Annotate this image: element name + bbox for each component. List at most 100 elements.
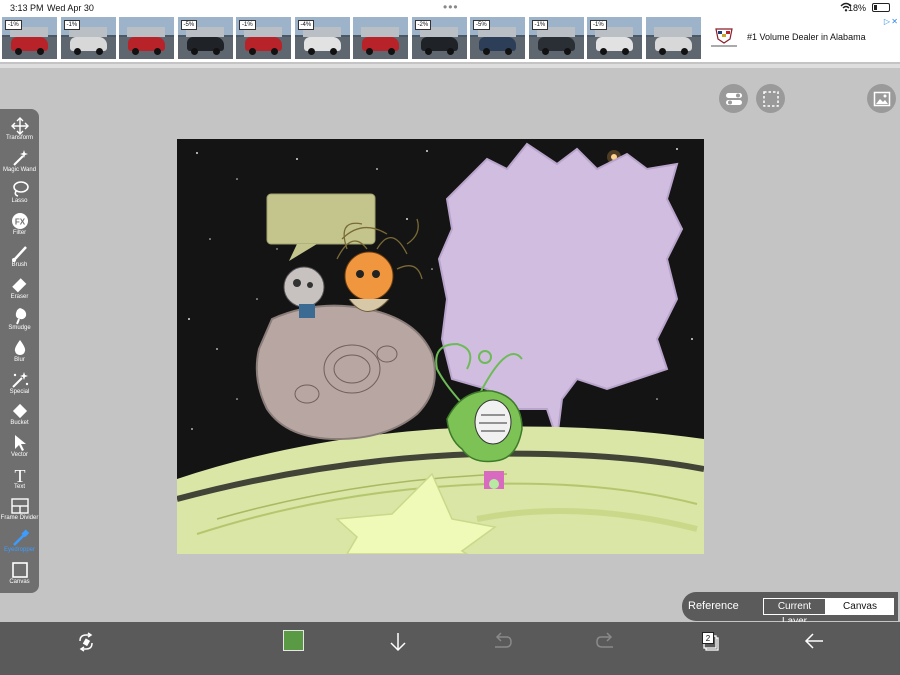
arrow-down-icon[interactable] (389, 632, 407, 652)
drawing-canvas[interactable] (177, 139, 704, 554)
ad-headline[interactable]: #1 Volume Dealer in Alabama (747, 32, 866, 42)
reference-current-layer-option[interactable]: Current Layer (763, 598, 826, 627)
magic-wand-icon (12, 149, 28, 166)
ad-car-thumbnail[interactable]: -1% (528, 17, 584, 59)
ad-car-thumbnail[interactable]: -2% (411, 17, 467, 59)
eraser-icon (11, 277, 26, 292)
tool-label: Canvas (9, 578, 30, 585)
tool-label: Frame Divider (0, 515, 39, 522)
reference-canvas-option[interactable]: Canvas (826, 598, 894, 615)
tool-vector[interactable]: Vector (0, 432, 39, 464)
cadillac-logo-icon (711, 28, 737, 47)
tool-label: Text (13, 483, 25, 490)
tool-eraser[interactable]: Eraser (0, 274, 39, 306)
ad-close-icon[interactable]: ✕ (891, 17, 898, 26)
redo-icon[interactable] (596, 632, 616, 650)
tool-label: Blur (14, 356, 25, 363)
tool-label: Filter (12, 230, 27, 237)
discount-tag: -1% (590, 20, 607, 30)
tool-label: Brush (11, 261, 28, 268)
ad-car-thumbnail[interactable]: -1% (60, 17, 116, 59)
frame-divider-icon (10, 498, 29, 515)
tool-lasso[interactable]: Lasso (0, 178, 39, 210)
ad-car-thumbnail[interactable]: -5% (470, 17, 525, 59)
move-arrows-icon (10, 117, 29, 135)
text-icon: T (14, 466, 25, 484)
sparkle-icon (11, 371, 28, 388)
discount-tag: -2% (414, 20, 432, 30)
tool-palette: Transform Magic Wand Lasso FX Filter Brush Era… (0, 109, 39, 593)
tool-label: Eraser (10, 293, 29, 300)
lasso-icon (12, 181, 29, 198)
bucket-icon (12, 404, 27, 419)
ad-car-thumbnail[interactable]: -1% (236, 17, 291, 59)
fx-icon: FX (11, 213, 28, 230)
bottom-bar (0, 622, 900, 675)
ad-car-thumbnail[interactable] (645, 17, 701, 59)
tool-label: Special (9, 388, 30, 395)
current-color-swatch[interactable] (283, 630, 304, 651)
battery-icon (872, 3, 890, 12)
discount-tag: -4% (297, 20, 315, 30)
smudge-icon (15, 308, 26, 325)
tool-eyedropper[interactable]: Eyedropper (0, 527, 39, 559)
battery-percent: 18% (847, 3, 866, 13)
brush-icon (11, 245, 27, 262)
tool-brush[interactable]: Brush (0, 242, 39, 274)
ad-car-thumbnail[interactable]: -1% (2, 17, 57, 59)
ad-car-thumbnail[interactable]: -5% (177, 17, 233, 59)
cursor-icon (14, 435, 26, 451)
tool-label: Transform (5, 135, 34, 141)
artwork (177, 139, 704, 554)
tool-magic-wand[interactable]: Magic Wand (0, 147, 39, 179)
ad-car-thumbnail[interactable]: -4% (294, 17, 350, 59)
svg-text:T: T (14, 466, 25, 484)
adchoices-icon[interactable]: ▷ (884, 17, 890, 26)
ad-car-thumbnail[interactable]: -1% (587, 17, 642, 59)
tool-label: Magic Wand (2, 166, 37, 173)
discount-tag: -1% (239, 20, 256, 30)
ad-car-thumbnail[interactable] (119, 17, 174, 59)
tool-text[interactable]: T Text (0, 464, 39, 496)
marquee-select-icon (762, 90, 779, 107)
status-bar: 3:13 PM Wed Apr 30 ••• 18% (0, 0, 900, 16)
tool-frame-divider[interactable]: Frame Divider (0, 495, 39, 527)
tool-smudge[interactable]: Smudge (0, 305, 39, 337)
svg-text:FX: FX (14, 218, 25, 227)
tool-blur[interactable]: Blur (0, 337, 39, 369)
ad-banner[interactable]: -1% -1% -5% -1% -4% -2% -5% -1% -1% #1 Volume De… (0, 16, 900, 62)
top-divider (0, 64, 900, 68)
tool-label: Smudge (8, 325, 31, 332)
tool-transform[interactable]: Transform (0, 115, 39, 147)
tool-label: Vector (10, 452, 28, 458)
toggles-icon (725, 92, 742, 105)
arrow-left-icon[interactable] (804, 632, 824, 650)
tool-canvas[interactable]: Canvas (0, 559, 39, 591)
discount-tag: -1% (531, 20, 549, 30)
image-icon (873, 91, 890, 106)
reference-panel: Reference Current Layer Canvas (682, 592, 898, 627)
selection-button[interactable] (756, 84, 785, 113)
status-time: 3:13 PM (10, 3, 44, 13)
discount-tag: -5% (473, 20, 490, 30)
tool-bucket[interactable]: Bucket (0, 400, 39, 432)
swap-colors-icon[interactable] (76, 632, 96, 652)
eyedropper-icon (12, 529, 29, 546)
multitasking-dots-icon[interactable]: ••• (443, 0, 459, 14)
canvas-icon (11, 561, 28, 578)
discount-tag: -5% (180, 20, 198, 30)
tool-label: Bucket (10, 420, 29, 427)
layer-count-badge: 2 (702, 632, 714, 644)
image-reference-button[interactable] (867, 84, 896, 113)
tool-special[interactable]: Special (0, 369, 39, 401)
status-date: Wed Apr 30 (47, 3, 94, 13)
discount-tag: -1% (63, 20, 81, 30)
undo-icon[interactable] (492, 632, 512, 650)
tool-label: Eyedropper (3, 547, 36, 554)
tool-filter[interactable]: FX Filter (0, 210, 39, 242)
reference-label: Reference (688, 600, 739, 612)
ad-car-thumbnail[interactable] (353, 17, 408, 59)
adjustments-button[interactable] (719, 84, 748, 113)
tool-label: Lasso (11, 198, 28, 205)
drop-icon (14, 339, 25, 355)
